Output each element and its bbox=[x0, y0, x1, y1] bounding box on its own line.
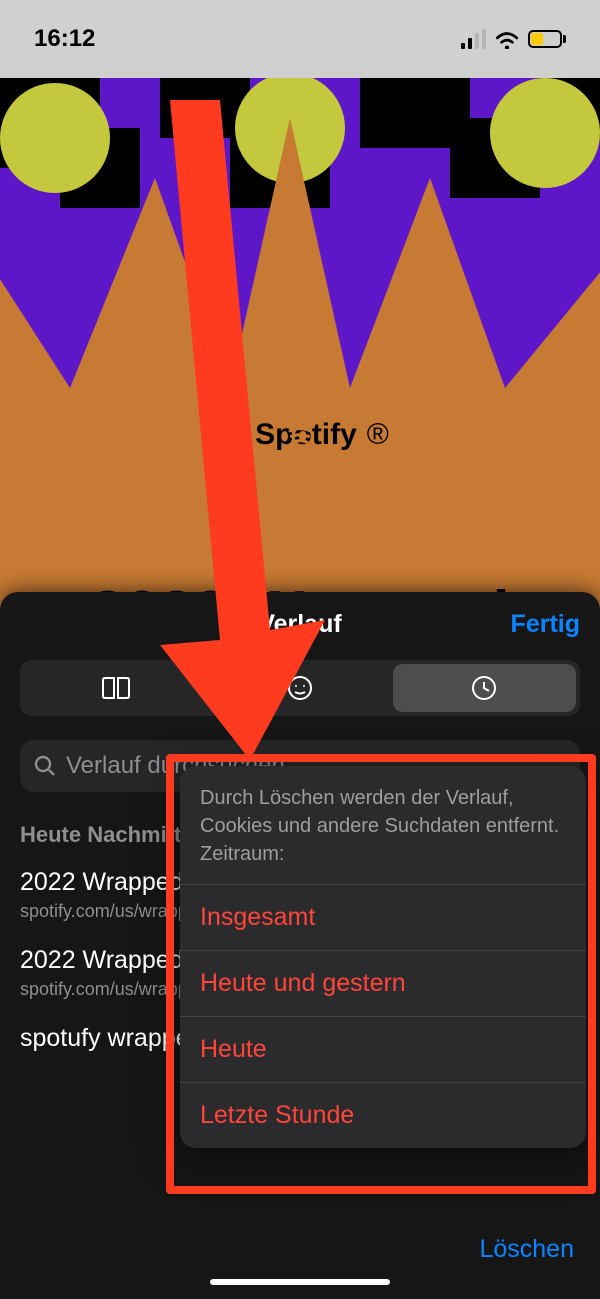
segment-history-tab[interactable] bbox=[393, 664, 576, 712]
delete-button[interactable]: Löschen bbox=[479, 1235, 574, 1264]
wifi-icon bbox=[494, 29, 520, 49]
home-indicator[interactable] bbox=[210, 1279, 390, 1285]
popover-option-today[interactable]: Heute bbox=[180, 1016, 586, 1082]
popover-option-last-hour[interactable]: Letzte Stunde bbox=[180, 1082, 586, 1148]
spotify-wrapped-art: Spotify® 2022 Wrapped bbox=[0, 78, 600, 648]
status-bar: 16:12 bbox=[0, 0, 600, 78]
segment-reading-list-tab[interactable] bbox=[208, 664, 391, 712]
clear-history-popover: Durch Löschen werden der Verlauf, Cookie… bbox=[180, 766, 586, 1148]
popover-option-all[interactable]: Insgesamt bbox=[180, 884, 586, 950]
sheet-header: Verlauf Fertig bbox=[0, 592, 600, 656]
battery-icon bbox=[528, 30, 566, 48]
search-icon bbox=[34, 755, 56, 777]
spotify-logo: Spotify® bbox=[0, 418, 600, 452]
popover-message: Durch Löschen werden der Verlauf, Cookie… bbox=[180, 766, 586, 884]
status-time: 16:12 bbox=[34, 25, 95, 53]
sheet-title: Verlauf bbox=[258, 610, 341, 639]
popover-option-today-yesterday[interactable]: Heute und gestern bbox=[180, 950, 586, 1016]
segmented-control bbox=[20, 660, 580, 716]
done-button[interactable]: Fertig bbox=[511, 592, 580, 656]
status-icons bbox=[461, 29, 566, 49]
segment-bookmarks-tab[interactable] bbox=[24, 664, 207, 712]
bottom-toolbar: Löschen bbox=[0, 1217, 600, 1299]
cellular-signal-icon bbox=[461, 29, 486, 49]
spotify-icon bbox=[211, 418, 245, 452]
